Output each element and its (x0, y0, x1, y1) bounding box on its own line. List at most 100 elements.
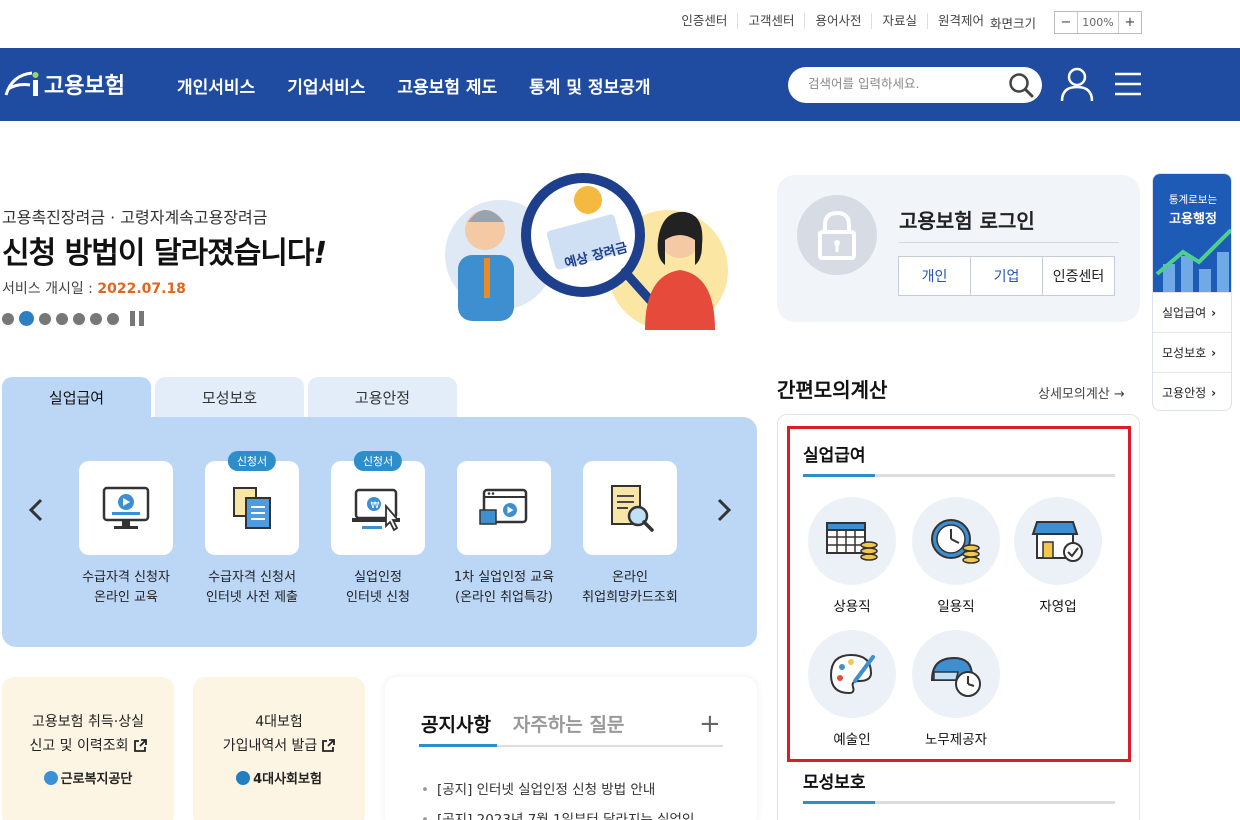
login-personal-button[interactable]: 개인 (898, 256, 971, 296)
login-business-button[interactable]: 기업 (970, 256, 1043, 296)
search-box (788, 67, 1042, 103)
util-link-customer[interactable]: 고객센터 (737, 13, 804, 29)
calc-self-employed[interactable]: 자영업 (1008, 497, 1108, 615)
hamburger-menu-icon[interactable] (1114, 72, 1142, 96)
document-search-icon (611, 485, 654, 532)
tab-faq[interactable]: 자주하는 질문 (513, 710, 625, 737)
tab-notices[interactable]: 공지사항 (421, 710, 491, 737)
slide-dot-7[interactable] (107, 312, 119, 325)
chevron-right-icon[interactable] (712, 497, 736, 523)
site-logo[interactable]: 고용보험 (2, 67, 125, 101)
notice-active-indicator (419, 744, 497, 747)
service-icon-box (583, 461, 677, 555)
zoom-out-button[interactable]: − (1055, 12, 1077, 33)
card-line2: 신고 및 이력조회 (29, 738, 129, 754)
store-check-icon (1031, 521, 1083, 562)
helmet-clock-icon (930, 656, 981, 697)
slide-dot-5[interactable] (73, 312, 85, 325)
tab-stability[interactable]: 고용안정 (308, 377, 457, 417)
org-logo-icon (43, 770, 58, 785)
stats-banner[interactable]: 통계로보는 고용행정 (1153, 174, 1231, 292)
calc-label: 상용직 (833, 599, 871, 615)
calc-label: 일용직 (937, 599, 975, 615)
hero-date-label: 서비스 개시일 : (2, 281, 98, 297)
monitor-play-icon (102, 486, 150, 529)
slide-dot-6[interactable] (90, 312, 102, 325)
util-link-cert[interactable]: 인증센터 (671, 13, 737, 29)
search-icon[interactable] (1008, 72, 1034, 98)
slider-controls (2, 311, 148, 326)
service-tab-panel: 수급자격 신청자 온라인 교육 신청서 수급자격 신청서 인터넷 사전 제출 신… (2, 417, 757, 647)
quick-item-stability[interactable]: 고용안정 › (1153, 372, 1231, 410)
menu-statistics[interactable]: 통계 및 정보공개 (529, 73, 650, 98)
notice-item[interactable]: [공지] 인터넷 실업인정 신청 방법 안내 (421, 775, 694, 805)
slide-dot-3[interactable] (39, 312, 51, 325)
service-hope-card[interactable]: 온라인 취업희망카드조회 (565, 461, 695, 608)
calc-regular-worker[interactable]: 상용직 (802, 497, 902, 615)
card-insurance-history[interactable]: 고용보험 취득·상실 신고 및 이력조회 근로복지공단 (2, 677, 174, 820)
hero-title-text: 신청 방법이 달라졌습니다 (2, 236, 314, 271)
more-plus-icon[interactable]: + (699, 709, 721, 739)
org-name: 4대사회보험 (253, 772, 322, 787)
detailed-calc-link[interactable]: 상세모의계산 → (1038, 383, 1125, 402)
slide-dot-1[interactable] (2, 312, 14, 325)
menu-business[interactable]: 기업서비스 (287, 73, 365, 98)
login-buttons: 개인 기업 인증센터 (898, 256, 1115, 296)
service-label-line2: 인터넷 사전 제출 (206, 590, 298, 605)
laptop-click-icon: ₩ (352, 488, 400, 532)
calc-artist[interactable]: 예술인 (802, 630, 902, 748)
card-line1: 4대보험 (255, 714, 303, 730)
tab-maternity[interactable]: 모성보호 (155, 377, 304, 417)
org-logo: 4대사회보험 (193, 768, 365, 787)
slide-dot-4[interactable] (56, 312, 68, 325)
hero-subtitle: 고용촉진장려금 · 고령자계속고용장려금 (2, 208, 268, 227)
chevron-left-icon[interactable] (24, 497, 48, 523)
service-label-line1: 온라인 (612, 570, 648, 585)
notice-board: 공지사항 자주하는 질문 + [공지] 인터넷 실업인정 신청 방법 안내 [공… (385, 677, 757, 820)
menu-personal[interactable]: 개인서비스 (177, 73, 255, 98)
service-label-line1: 수급자격 신청서 (208, 570, 296, 585)
tab-unemployment[interactable]: 실업급여 (2, 377, 151, 417)
service-pre-submit[interactable]: 신청서 수급자격 신청서 인터넷 사전 제출 (187, 451, 317, 608)
quick-item-unemployment[interactable]: 실업급여 › (1153, 292, 1231, 332)
service-label-line2: (온라인 취업특강) (455, 590, 553, 605)
service-label-line1: 1차 실업인정 교육 (453, 570, 555, 585)
service-first-education[interactable]: 1차 실업인정 교육 (온라인 취업특강) (439, 461, 569, 608)
util-link-remote[interactable]: 원격제어 (926, 13, 994, 29)
service-unemployment-claim[interactable]: 신청서 ₩ 실업인정 인터넷 신청 (313, 451, 443, 608)
calc-labor-provider[interactable]: 노무제공자 (906, 630, 1006, 748)
documents-icon (233, 487, 271, 529)
card-4insurance[interactable]: 4대보험 가입내역서 발급 4대사회보험 (193, 677, 365, 820)
search-input[interactable] (808, 76, 998, 91)
chevron-right-icon: › (1211, 345, 1217, 360)
calc-daily-worker[interactable]: 일용직 (906, 497, 1006, 615)
util-link-library[interactable]: 자료실 (871, 13, 927, 29)
slide-dot-2[interactable] (19, 311, 34, 326)
util-link-glossary[interactable]: 용어사전 (804, 13, 871, 29)
zoom-in-button[interactable]: + (1119, 12, 1141, 33)
org-name: 근로복지공단 (60, 772, 133, 787)
calc-label: 노무제공자 (924, 732, 988, 748)
utility-bar: 인증센터 고객센터 용어사전 자료실 원격제어 화면크기 − 100% + (0, 0, 1240, 48)
pause-icon[interactable] (130, 311, 148, 326)
service-icon-box (457, 461, 551, 555)
quick-menu: 통계로보는 고용행정 실업급여 › 모성보호 › 고용안정 › (1152, 173, 1232, 411)
menu-system[interactable]: 고용보험 제도 (397, 73, 497, 98)
calc-section-unemployment: 실업급여 (803, 446, 866, 466)
external-link-icon (133, 739, 147, 752)
user-icon[interactable] (1060, 66, 1094, 102)
service-online-education[interactable]: 수급자격 신청자 온라인 교육 (61, 461, 191, 608)
service-label-line1: 수급자격 신청자 (82, 570, 170, 585)
org-logo: 근로복지공단 (2, 768, 174, 787)
calc-label: 자영업 (1039, 599, 1077, 615)
login-cert-button[interactable]: 인증센터 (1042, 256, 1115, 296)
quick-item-label: 실업급여 (1162, 306, 1207, 320)
service-label-line2: 온라인 교육 (94, 590, 158, 605)
hero-date-value: 2022.07.18 (97, 281, 186, 297)
hero-date: 서비스 개시일 : 2022.07.18 (2, 278, 186, 298)
utility-links: 인증센터 고객센터 용어사전 자료실 원격제어 (671, 13, 994, 29)
service-label-line1: 실업인정 (354, 570, 402, 585)
quick-item-maternity[interactable]: 모성보호 › (1153, 332, 1231, 372)
application-badge: 신청서 (227, 451, 277, 471)
notice-item[interactable]: [공지] 2023년 7월 1일부터 달라지는 실업인 (421, 805, 694, 820)
